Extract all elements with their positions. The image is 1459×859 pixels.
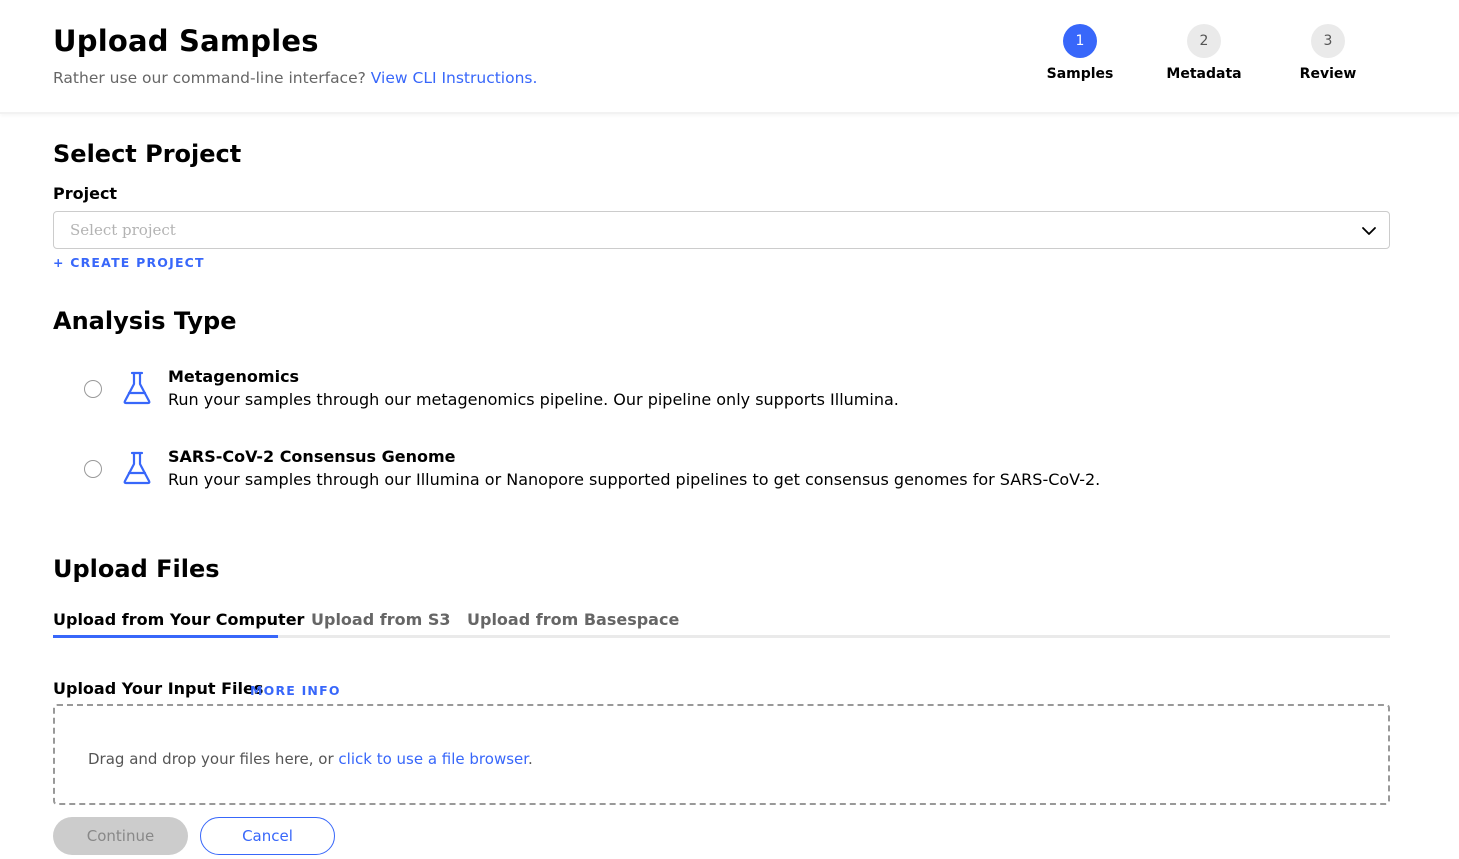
file-browser-link[interactable]: click to use a file browser bbox=[338, 750, 528, 768]
project-field-label: Project bbox=[53, 184, 118, 203]
cancel-button[interactable]: Cancel bbox=[200, 817, 335, 855]
sars-cov-2-radio[interactable] bbox=[84, 460, 102, 478]
step-label: Metadata bbox=[1166, 66, 1242, 82]
option-description: Run your samples through our Illumina or… bbox=[168, 470, 1101, 489]
create-project-link[interactable]: + CREATE PROJECT bbox=[53, 255, 205, 270]
project-select-placeholder: Select project bbox=[70, 221, 176, 239]
page-subtitle: Rather use our command-line interface? V… bbox=[53, 69, 537, 87]
page-title: Upload Samples bbox=[53, 24, 319, 58]
tab-upload-from-computer[interactable]: Upload from Your Computer bbox=[53, 610, 304, 629]
flask-icon bbox=[123, 451, 151, 485]
upload-files-heading: Upload Files bbox=[53, 555, 220, 583]
step-label: Samples bbox=[1046, 66, 1114, 82]
step-number: 3 bbox=[1311, 24, 1345, 58]
subtitle-text: Rather use our command-line interface? bbox=[53, 69, 366, 87]
option-description: Run your samples through our metagenomic… bbox=[168, 390, 899, 409]
step-samples: 1 Samples bbox=[1030, 24, 1130, 82]
step-number: 2 bbox=[1187, 24, 1221, 58]
option-title: Metagenomics bbox=[168, 367, 300, 386]
step-review: 3 Review bbox=[1278, 24, 1378, 82]
upload-input-files-label: Upload Your Input Files bbox=[53, 679, 264, 698]
drop-suffix: . bbox=[528, 750, 533, 768]
select-project-heading: Select Project bbox=[53, 140, 242, 168]
analysis-option-metagenomics[interactable]: Metagenomics Run your samples through ou… bbox=[84, 367, 1184, 417]
dropzone-text: Drag and drop your files here, or click … bbox=[88, 750, 533, 768]
upload-tabs: Upload from Your Computer Upload from S3… bbox=[53, 606, 1390, 638]
analysis-type-heading: Analysis Type bbox=[53, 307, 237, 335]
step-number: 1 bbox=[1063, 24, 1097, 58]
view-cli-instructions-link[interactable]: View CLI Instructions. bbox=[371, 69, 538, 87]
page-header: Upload Samples Rather use our command-li… bbox=[0, 0, 1459, 114]
chevron-down-icon bbox=[1362, 227, 1376, 235]
tab-upload-from-s3[interactable]: Upload from S3 bbox=[311, 610, 450, 629]
project-select[interactable]: Select project bbox=[53, 211, 1390, 249]
more-info-link[interactable]: MORE INFO bbox=[250, 683, 341, 698]
analysis-option-sars-cov-2[interactable]: SARS-CoV-2 Consensus Genome Run your sam… bbox=[84, 447, 1184, 497]
option-title: SARS-CoV-2 Consensus Genome bbox=[168, 447, 456, 466]
step-label: Review bbox=[1299, 66, 1357, 82]
progress-stepper: 1 Samples 2 Metadata 3 Review bbox=[1030, 24, 1370, 94]
continue-button[interactable]: Continue bbox=[53, 817, 188, 855]
metagenomics-radio[interactable] bbox=[84, 380, 102, 398]
flask-icon bbox=[123, 371, 151, 405]
active-tab-indicator bbox=[53, 635, 278, 638]
step-metadata: 2 Metadata bbox=[1154, 24, 1254, 82]
tab-upload-from-basespace[interactable]: Upload from Basespace bbox=[467, 610, 679, 629]
drop-instructions: Drag and drop your files here, or bbox=[88, 750, 334, 768]
file-dropzone[interactable]: Drag and drop your files here, or click … bbox=[53, 704, 1390, 805]
